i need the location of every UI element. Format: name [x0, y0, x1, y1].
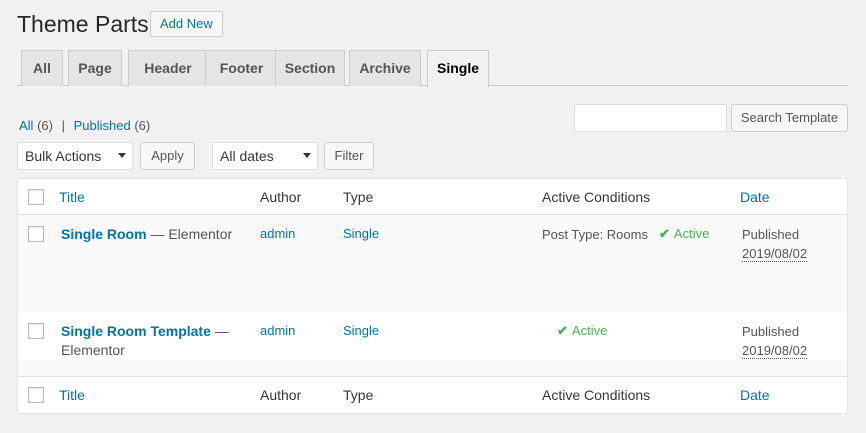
row-title-link[interactable]: Single Room Template — [61, 323, 211, 339]
dates-select[interactable]: All dates — [212, 142, 318, 170]
filter-button[interactable]: Filter — [324, 142, 374, 170]
column-active-conditions: Active Conditions — [542, 189, 651, 205]
column-date[interactable]: Date — [740, 189, 770, 205]
page-title: Theme Parts — [17, 11, 149, 37]
search-input[interactable] — [574, 104, 727, 132]
tab-header[interactable]: Header — [128, 50, 208, 86]
row-title-suffix-2: Elementor — [61, 342, 125, 358]
row-title-suffix: — Elementor — [150, 226, 233, 242]
column-active-conditions: Active Conditions — [542, 387, 651, 403]
row-date-status: Published — [742, 324, 800, 339]
row-type[interactable]: Single — [343, 226, 379, 241]
row-title-suffix: — — [214, 323, 229, 339]
filter-all-link[interactable]: All — [19, 118, 33, 133]
row-status: ✔ Active — [659, 226, 709, 242]
row-status-label: Active — [571, 323, 608, 338]
bulk-actions-value: Bulk Actions — [25, 148, 102, 164]
table-row: Single Room Template — Elementor admin S… — [18, 312, 847, 360]
bulk-actions-select[interactable]: Bulk Actions — [17, 142, 133, 170]
row-date-value: 2019/08/02 — [742, 246, 808, 262]
row-date: Published 2019/08/02 — [742, 322, 808, 360]
dates-value: All dates — [220, 148, 274, 164]
row-type[interactable]: Single — [343, 323, 379, 338]
template-type-tabs: All Page Header Footer Section Archive S… — [17, 50, 848, 87]
row-status-label: Active — [673, 226, 710, 241]
column-title[interactable]: Title — [59, 189, 85, 205]
row-author[interactable]: admin — [260, 323, 295, 338]
row-title: Single Room Template — Elementor — [61, 322, 251, 360]
row-checkbox[interactable] — [28, 226, 44, 242]
select-all-checkbox[interactable] — [28, 189, 44, 205]
column-type: Type — [343, 387, 374, 403]
search-template-button[interactable]: Search Template — [731, 104, 848, 132]
tab-single[interactable]: Single — [427, 50, 489, 87]
column-type: Type — [343, 189, 374, 205]
status-filter-links: All (6) | Published (6) — [19, 118, 150, 133]
row-date: Published 2019/08/02 — [742, 225, 808, 263]
column-author: Author — [260, 387, 302, 403]
row-status: ✔ Active — [557, 323, 607, 339]
column-date[interactable]: Date — [740, 387, 770, 403]
add-new-button[interactable]: Add New — [150, 11, 223, 37]
row-condition: Post Type: Rooms — [542, 227, 648, 242]
column-title[interactable]: Title — [59, 387, 85, 403]
checkmark-icon: ✔ — [557, 323, 568, 338]
tab-footer[interactable]: Footer — [205, 50, 278, 86]
tab-page[interactable]: Page — [68, 50, 122, 86]
filter-published-link[interactable]: Published — [74, 118, 131, 133]
chevron-down-icon — [303, 153, 311, 158]
row-author[interactable]: admin — [260, 226, 295, 241]
tab-section[interactable]: Section — [275, 50, 345, 86]
row-title: Single Room — Elementor — [61, 225, 251, 244]
row-checkbox[interactable] — [28, 323, 44, 339]
table-row: Single Room — Elementor admin Single Pos… — [18, 215, 847, 312]
filter-all-count: (6) — [37, 118, 53, 133]
filter-separator: | — [61, 118, 65, 133]
row-date-value: 2019/08/02 — [742, 343, 808, 359]
tab-all[interactable]: All — [21, 50, 63, 86]
table-footer-row: Title Author Type Active Conditions Date — [18, 377, 847, 413]
checkmark-icon: ✔ — [659, 226, 670, 241]
select-all-checkbox[interactable] — [28, 387, 44, 403]
chevron-down-icon — [118, 153, 126, 158]
table-spacer — [18, 360, 847, 377]
tab-archive[interactable]: Archive — [349, 50, 421, 86]
filter-published-count: (6) — [134, 118, 151, 133]
table-header-row: Title Author Type Active Conditions Date — [18, 179, 847, 215]
column-author: Author — [260, 189, 302, 205]
row-title-link[interactable]: Single Room — [61, 226, 147, 242]
apply-button[interactable]: Apply — [140, 142, 195, 170]
templates-table: Title Author Type Active Conditions Date… — [17, 178, 848, 414]
row-date-status: Published — [742, 227, 800, 242]
